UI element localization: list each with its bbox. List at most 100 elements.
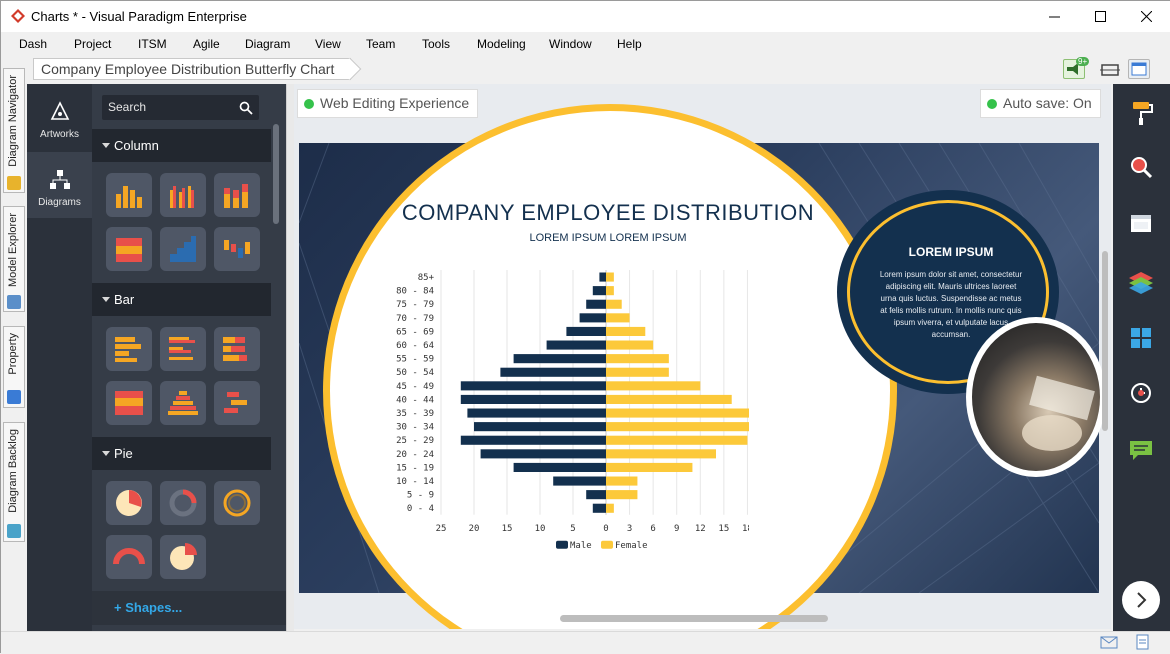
more-shapes-link[interactable]: + Shapes...	[92, 591, 286, 625]
bar-male	[500, 367, 606, 377]
menu-agile[interactable]: Agile	[193, 37, 220, 51]
pyramid-bar-tile[interactable]	[160, 381, 206, 425]
artworks-button[interactable]: Artworks	[27, 84, 92, 150]
bar-male	[586, 299, 606, 309]
section-bar[interactable]: Bar	[92, 283, 271, 316]
category-label-left: 35 - 39	[396, 409, 434, 419]
category-label-left: 5 - 9	[407, 491, 434, 501]
donut-chart-tile[interactable]	[160, 481, 206, 525]
autosave-chip[interactable]: Auto save: On	[980, 89, 1101, 118]
close-button[interactable]	[1123, 1, 1169, 32]
next-page-button[interactable]	[1122, 581, 1160, 619]
tab-diagram-backlog-label: Diagram Backlog	[7, 429, 19, 513]
pie-chart-tile[interactable]	[106, 481, 152, 525]
menu-diagram[interactable]: Diagram	[245, 37, 290, 51]
x-tick-label-female: 3	[627, 524, 632, 534]
close-icon	[1140, 11, 1152, 22]
history-button[interactable]	[1125, 377, 1157, 409]
fit-screen-icon	[1100, 64, 1120, 76]
category-label-left: 10 - 14	[396, 477, 434, 487]
layers-button[interactable]	[1125, 266, 1157, 298]
menu-team[interactable]: Team	[366, 37, 395, 51]
bar-female	[606, 462, 693, 472]
chart-title: COMPANY EMPLOYEE DISTRIBUTION	[401, 200, 815, 225]
page-setup-button[interactable]	[1125, 208, 1157, 240]
tab-property[interactable]: Property	[3, 326, 25, 408]
bar-female	[606, 408, 749, 418]
comments-button[interactable]	[1125, 434, 1157, 466]
shape-panel-scrollbar[interactable]	[273, 124, 279, 224]
tab-model-explorer-label: Model Explorer	[7, 213, 19, 287]
bar-male	[566, 326, 606, 336]
step-column-tile[interactable]	[160, 227, 206, 271]
range-bar-tile[interactable]	[214, 381, 260, 425]
diagram-canvas[interactable]: COMPANY EMPLOYEE DISTRIBUTION LOREM IPSU…	[294, 84, 1111, 629]
menu-view[interactable]: View	[315, 37, 341, 51]
x-tick-label-female: 18	[742, 524, 749, 534]
panels-button[interactable]	[1125, 322, 1157, 354]
column-chart-tile[interactable]	[106, 173, 152, 217]
bar-female	[606, 476, 638, 486]
document-icon[interactable]	[1135, 634, 1151, 650]
status-dot-icon	[304, 99, 314, 109]
category-label-left: 55 - 59	[396, 355, 434, 365]
grouped-column-tile[interactable]	[160, 173, 206, 217]
legend-label-female: Female	[615, 541, 648, 551]
zoom-button[interactable]	[1125, 151, 1157, 183]
menu-window[interactable]: Window	[549, 37, 592, 51]
search-icon[interactable]	[239, 101, 253, 115]
category-label-left: 15 - 19	[396, 463, 434, 473]
bar-chart-tile[interactable]	[106, 327, 152, 371]
stacked-bar-tile[interactable]	[214, 327, 260, 371]
semi-donut-tile[interactable]	[106, 535, 152, 579]
category-label-left: 60 - 64	[396, 341, 434, 351]
category-label-left: 75 - 79	[396, 300, 434, 310]
minimize-button[interactable]	[1031, 1, 1077, 32]
left-nav: Artworks Diagrams	[27, 84, 92, 631]
photo-frame	[966, 317, 1106, 477]
section-pie[interactable]: Pie	[92, 437, 271, 470]
x-tick-label-male: 25	[436, 524, 447, 534]
percent-column-tile[interactable]	[106, 227, 152, 271]
panel-layout-button[interactable]	[1128, 59, 1150, 79]
menu-dash[interactable]: Dash	[19, 37, 47, 51]
web-editing-chip[interactable]: Web Editing Experience	[297, 89, 479, 118]
menu-project[interactable]: Project	[74, 37, 111, 51]
mail-icon[interactable]	[1100, 636, 1118, 650]
menu-modeling[interactable]: Modeling	[477, 37, 526, 51]
web-editing-label: Web Editing Experience	[320, 95, 470, 111]
tab-diagram-backlog[interactable]: Diagram Backlog	[3, 422, 25, 542]
maximize-button[interactable]	[1077, 1, 1123, 32]
section-column[interactable]: Column	[92, 129, 271, 162]
bar-female	[606, 490, 638, 500]
shape-search[interactable]: Search	[102, 95, 259, 120]
range-bar-icon	[224, 392, 247, 413]
waterfall-column-tile[interactable]	[214, 227, 260, 271]
grouped-bar-tile[interactable]	[160, 327, 206, 371]
bar-male	[592, 286, 606, 296]
panel-layout-icon	[1131, 62, 1147, 76]
ring-chart-tile[interactable]	[214, 481, 260, 525]
tab-diagram-navigator[interactable]: Diagram Navigator	[3, 68, 25, 193]
announcement-button[interactable]: 9+	[1063, 57, 1090, 79]
x-tick-label-female: 9	[674, 524, 679, 534]
panel-splitter[interactable]	[286, 84, 294, 631]
diagrams-button[interactable]: Diagrams	[27, 152, 92, 218]
exploded-pie-tile[interactable]	[160, 535, 206, 579]
menu-help[interactable]: Help	[617, 37, 642, 51]
percent-bar-tile[interactable]	[106, 381, 152, 425]
butterfly-chart[interactable]: 25201510503691215182185+85+80 - 8480 - 8…	[389, 268, 749, 568]
menu-itsm[interactable]: ITSM	[138, 37, 167, 51]
canvas-hscrollbar[interactable]	[560, 615, 828, 622]
menu-tools[interactable]: Tools	[422, 37, 450, 51]
format-button[interactable]	[1125, 96, 1157, 128]
photo-detail	[1022, 375, 1095, 451]
tab-model-explorer[interactable]: Model Explorer	[3, 206, 25, 312]
stacked-column-tile[interactable]	[214, 173, 260, 217]
canvas-vscrollbar[interactable]	[1102, 251, 1108, 431]
breadcrumb[interactable]: Company Employee Distribution Butterfly …	[33, 58, 352, 80]
vertical-tab-strip: Diagram Navigator Model Explorer Propert…	[1, 56, 27, 631]
bar-female	[606, 381, 701, 391]
notification-badge: 9+	[1076, 57, 1090, 66]
fit-screen-button[interactable]	[1098, 59, 1120, 79]
